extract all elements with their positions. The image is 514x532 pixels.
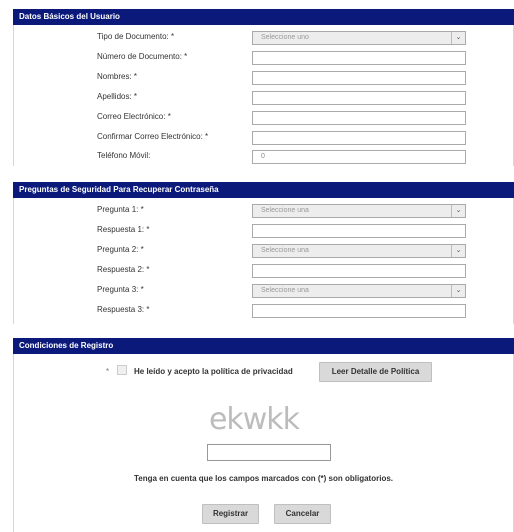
- document-type-row: Tipo de Documento: * Seleccione uno ⌄: [14, 31, 513, 45]
- document-number-row: Número de Documento: *: [14, 51, 513, 65]
- chevron-down-icon[interactable]: ⌄: [451, 32, 465, 44]
- answer-3-row: Respuesta 3: *: [14, 304, 513, 318]
- email-label: Correo Electrónico: *: [97, 112, 171, 121]
- first-names-row: Nombres: *: [14, 71, 513, 85]
- answer-2-input[interactable]: [252, 264, 466, 278]
- captcha-image: ekwkk: [194, 402, 314, 442]
- question-3-value: Seleccione una: [261, 287, 309, 294]
- basic-data-form: Tipo de Documento: * Seleccione uno ⌄ Nú…: [13, 25, 514, 166]
- first-names-input[interactable]: [252, 71, 466, 85]
- document-type-value: Seleccione uno: [261, 34, 309, 41]
- mobile-phone-row: Teléfono Móvil: 0: [14, 150, 513, 164]
- required-mark: *: [106, 367, 110, 376]
- question-2-row: Pregunta 2: * Seleccione una ⌄: [14, 244, 513, 258]
- registration-conditions-form: * He leído y acepto la política de priva…: [13, 354, 514, 532]
- captcha-input[interactable]: [207, 444, 331, 461]
- question-3-select[interactable]: Seleccione una ⌄: [252, 284, 466, 298]
- last-names-label: Apellidos: *: [97, 92, 138, 101]
- document-number-label: Número de Documento: *: [97, 52, 188, 61]
- register-button[interactable]: Registrar: [202, 504, 259, 524]
- confirm-email-label: Confirmar Correo Electrónico: *: [97, 132, 209, 141]
- cancel-button[interactable]: Cancelar: [274, 504, 331, 524]
- chevron-down-icon[interactable]: ⌄: [451, 245, 465, 257]
- question-1-select[interactable]: Seleccione una ⌄: [252, 204, 466, 218]
- question-2-value: Seleccione una: [261, 247, 309, 254]
- question-3-label: Pregunta 3: *: [97, 285, 144, 294]
- mobile-phone-label: Teléfono Móvil:: [97, 151, 151, 160]
- privacy-label: He leído y acepto la política de privaci…: [134, 367, 293, 376]
- document-type-label: Tipo de Documento: *: [97, 32, 175, 41]
- captcha-text: ekwkk: [208, 402, 300, 437]
- email-row: Correo Electrónico: *: [14, 111, 513, 125]
- section-header-registration-conditions: Condiciones de Registro: [13, 338, 514, 354]
- section-header-basic-data: Datos Básicos del Usuario: [13, 9, 514, 25]
- chevron-down-icon[interactable]: ⌄: [451, 285, 465, 297]
- document-number-input[interactable]: [252, 51, 466, 65]
- answer-1-label: Respuesta 1: *: [97, 225, 150, 234]
- last-names-row: Apellidos: *: [14, 91, 513, 105]
- mobile-phone-input[interactable]: 0: [252, 150, 466, 164]
- chevron-down-icon[interactable]: ⌄: [451, 205, 465, 217]
- answer-1-input[interactable]: [252, 224, 466, 238]
- document-type-select[interactable]: Seleccione uno ⌄: [252, 31, 466, 45]
- question-3-row: Pregunta 3: * Seleccione una ⌄: [14, 284, 513, 298]
- question-1-value: Seleccione una: [261, 207, 309, 214]
- answer-2-row: Respuesta 2: *: [14, 264, 513, 278]
- read-policy-button[interactable]: Leer Detalle de Política: [319, 362, 432, 382]
- question-1-row: Pregunta 1: * Seleccione una ⌄: [14, 204, 513, 218]
- question-1-label: Pregunta 1: *: [97, 205, 144, 214]
- answer-2-label: Respuesta 2: *: [97, 265, 150, 274]
- question-2-select[interactable]: Seleccione una ⌄: [252, 244, 466, 258]
- security-questions-form: Pregunta 1: * Seleccione una ⌄ Respuesta…: [13, 198, 514, 324]
- required-fields-note: Tenga en cuenta que los campos marcados …: [133, 474, 393, 483]
- answer-3-label: Respuesta 3: *: [97, 305, 150, 314]
- first-names-label: Nombres: *: [97, 72, 138, 81]
- last-names-input[interactable]: [252, 91, 466, 105]
- confirm-email-input[interactable]: [252, 131, 466, 145]
- answer-3-input[interactable]: [252, 304, 466, 318]
- question-2-label: Pregunta 2: *: [97, 245, 144, 254]
- email-input[interactable]: [252, 111, 466, 125]
- section-header-security-questions: Preguntas de Seguridad Para Recuperar Co…: [13, 182, 514, 198]
- answer-1-row: Respuesta 1: *: [14, 224, 513, 238]
- confirm-email-row: Confirmar Correo Electrónico: *: [14, 131, 513, 145]
- privacy-checkbox[interactable]: [117, 365, 127, 375]
